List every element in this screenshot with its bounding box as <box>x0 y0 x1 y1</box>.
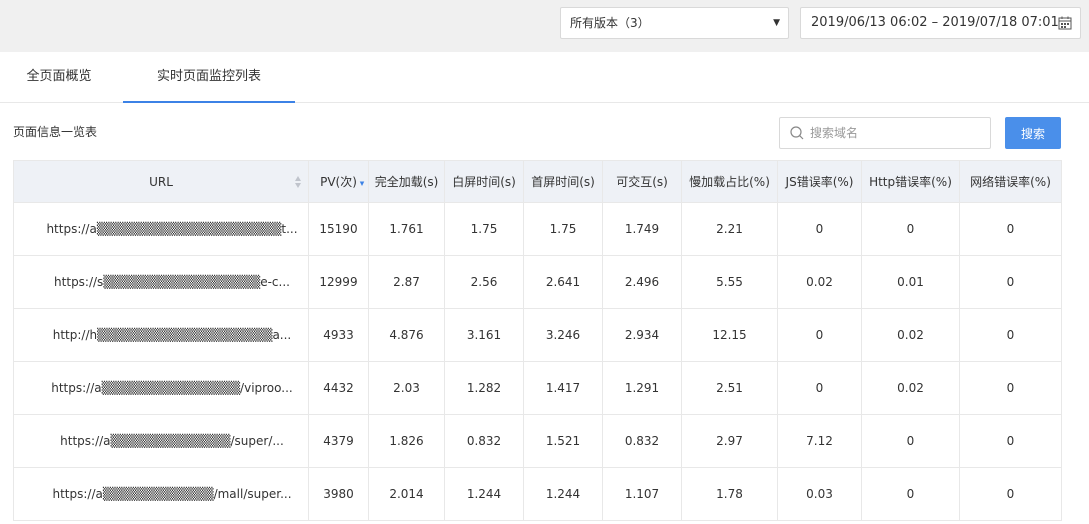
section-title: 页面信息一览表 <box>13 125 98 139</box>
tab-overview[interactable]: 全页面概览 <box>0 52 118 103</box>
cell-interactive: 1.291 <box>602 361 682 415</box>
cell-network-error: 0 <box>959 414 1062 468</box>
cell-interactive: 1.749 <box>602 202 682 256</box>
cell-js-error: 7.12 <box>777 414 862 468</box>
cell-first-screen: 1.244 <box>523 467 603 521</box>
cell-full-load: 1.761 <box>368 202 445 256</box>
cell-js-error: 0.02 <box>777 255 862 309</box>
cell-full-load: 1.826 <box>368 414 445 468</box>
column-header-slow-load[interactable]: 慢加载占比(%) <box>681 160 778 203</box>
cell-http-error: 0.02 <box>861 308 960 362</box>
cell-white-screen: 2.56 <box>444 255 524 309</box>
cell-white-screen: 1.282 <box>444 361 524 415</box>
cell-http-error: 0 <box>861 414 960 468</box>
cell-slow-load: 5.55 <box>681 255 778 309</box>
date-range-picker[interactable]: 2019/06/13 06:02 – 2019/07/18 07:01 <box>800 7 1081 39</box>
column-header-first-screen[interactable]: 首屏时间(s) <box>523 160 603 203</box>
cell-http-error: 0.02 <box>861 361 960 415</box>
cell-js-error: 0 <box>777 361 862 415</box>
cell-pv: 4379 <box>308 414 369 468</box>
search-box[interactable] <box>779 117 991 149</box>
column-header-white-screen[interactable]: 白屏时间(s) <box>444 160 524 203</box>
column-header-http-error[interactable]: Http错误率(%) <box>861 160 960 203</box>
cell-interactive: 2.496 <box>602 255 682 309</box>
table-row: https://s▒▒▒▒▒▒▒▒▒▒▒▒▒▒▒▒▒e-c... 12999 2… <box>13 255 1062 309</box>
cell-first-screen: 1.417 <box>523 361 603 415</box>
cell-white-screen: 0.832 <box>444 414 524 468</box>
date-range-value: 2019/06/13 06:02 – 2019/07/18 07:01 <box>811 15 1059 30</box>
url-link[interactable]: https://a▒▒▒▒▒▒▒▒▒▒▒▒▒▒▒▒▒▒▒▒t... <box>13 202 309 256</box>
cell-pv: 15190 <box>308 202 369 256</box>
table-row: http://h▒▒▒▒▒▒▒▒▒▒▒▒▒▒▒▒▒▒▒a... 4933 4.8… <box>13 308 1062 362</box>
sort-icon[interactable] <box>294 174 302 190</box>
search-icon <box>790 126 804 140</box>
url-link[interactable]: https://a▒▒▒▒▒▒▒▒▒▒▒▒/mall/super... <box>13 467 309 521</box>
cell-full-load: 2.87 <box>368 255 445 309</box>
cell-first-screen: 3.246 <box>523 308 603 362</box>
cell-pv: 3980 <box>308 467 369 521</box>
cell-white-screen: 1.244 <box>444 467 524 521</box>
table-row: https://a▒▒▒▒▒▒▒▒▒▒▒▒▒▒▒/viproo... 4432 … <box>13 361 1062 415</box>
table-row: https://a▒▒▒▒▒▒▒▒▒▒▒▒▒/super/... 4379 1.… <box>13 414 1062 468</box>
cell-full-load: 2.014 <box>368 467 445 521</box>
column-header-url[interactable]: URL <box>13 160 309 203</box>
cell-interactive: 2.934 <box>602 308 682 362</box>
cell-http-error: 0 <box>861 202 960 256</box>
search-input[interactable] <box>810 119 980 147</box>
cell-slow-load: 12.15 <box>681 308 778 362</box>
url-link[interactable]: https://a▒▒▒▒▒▒▒▒▒▒▒▒▒/super/... <box>13 414 309 468</box>
cell-full-load: 2.03 <box>368 361 445 415</box>
cell-first-screen: 1.75 <box>523 202 603 256</box>
cell-first-screen: 1.521 <box>523 414 603 468</box>
cell-full-load: 4.876 <box>368 308 445 362</box>
cell-js-error: 0 <box>777 308 862 362</box>
version-select-value: 所有版本（3） <box>570 16 650 30</box>
column-header-js-error[interactable]: JS错误率(%) <box>777 160 862 203</box>
page-info-table: URL PV(次) 完全加载(s) 白屏时间(s) 首屏时间(s) 可交互(s)… <box>13 160 1062 521</box>
cell-network-error: 0 <box>959 255 1062 309</box>
column-header-pv[interactable]: PV(次) <box>308 160 369 203</box>
url-link[interactable]: https://s▒▒▒▒▒▒▒▒▒▒▒▒▒▒▒▒▒e-c... <box>13 255 309 309</box>
cell-network-error: 0 <box>959 202 1062 256</box>
cell-interactive: 0.832 <box>602 414 682 468</box>
column-header-interactive[interactable]: 可交互(s) <box>602 160 682 203</box>
table-row: https://a▒▒▒▒▒▒▒▒▒▒▒▒/mall/super... 3980… <box>13 467 1062 521</box>
version-select[interactable]: 所有版本（3） ▼ <box>560 7 789 39</box>
cell-pv: 4933 <box>308 308 369 362</box>
cell-slow-load: 1.78 <box>681 467 778 521</box>
sort-desc-icon[interactable] <box>358 177 366 189</box>
tab-realtime-list[interactable]: 实时页面监控列表 <box>123 52 295 103</box>
cell-interactive: 1.107 <box>602 467 682 521</box>
cell-http-error: 0.01 <box>861 255 960 309</box>
cell-network-error: 0 <box>959 308 1062 362</box>
cell-slow-load: 2.97 <box>681 414 778 468</box>
cell-js-error: 0 <box>777 202 862 256</box>
cell-slow-load: 2.51 <box>681 361 778 415</box>
column-header-full-load[interactable]: 完全加载(s) <box>368 160 445 203</box>
cell-js-error: 0.03 <box>777 467 862 521</box>
cell-pv: 12999 <box>308 255 369 309</box>
url-link[interactable]: https://a▒▒▒▒▒▒▒▒▒▒▒▒▒▒▒/viproo... <box>13 361 309 415</box>
url-link[interactable]: http://h▒▒▒▒▒▒▒▒▒▒▒▒▒▒▒▒▒▒▒a... <box>13 308 309 362</box>
cell-network-error: 0 <box>959 361 1062 415</box>
cell-slow-load: 2.21 <box>681 202 778 256</box>
cell-white-screen: 1.75 <box>444 202 524 256</box>
column-header-network-error[interactable]: 网络错误率(%) <box>959 160 1062 203</box>
table-header-row: URL PV(次) 完全加载(s) 白屏时间(s) 首屏时间(s) 可交互(s)… <box>13 160 1062 203</box>
cell-http-error: 0 <box>861 467 960 521</box>
cell-network-error: 0 <box>959 467 1062 521</box>
cell-pv: 4432 <box>308 361 369 415</box>
top-toolbar: 所有版本（3） ▼ 2019/06/13 06:02 – 2019/07/18 … <box>0 0 1089 52</box>
cell-white-screen: 3.161 <box>444 308 524 362</box>
table-row: https://a▒▒▒▒▒▒▒▒▒▒▒▒▒▒▒▒▒▒▒▒t... 15190 … <box>13 202 1062 256</box>
caret-down-icon: ▼ <box>773 18 780 28</box>
calendar-icon <box>1058 16 1072 30</box>
cell-first-screen: 2.641 <box>523 255 603 309</box>
search-button[interactable]: 搜索 <box>1005 117 1061 149</box>
tab-bar: 全页面概览 实时页面监控列表 <box>0 52 1089 103</box>
